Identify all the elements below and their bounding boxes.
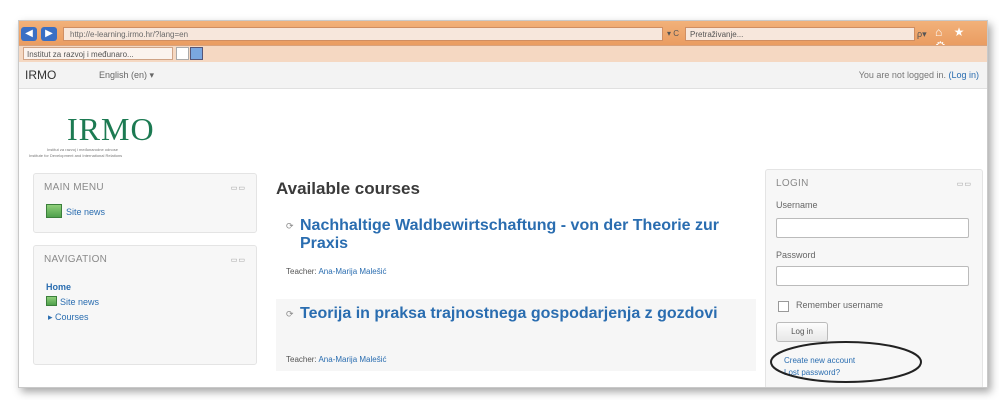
navigation-block: NAVIGATION ▭▭ Home Site news ▸ Courses xyxy=(33,245,257,365)
nav-item-site-news[interactable]: Site news xyxy=(46,296,99,307)
search-icon[interactable]: ρ▾ xyxy=(917,27,927,41)
nav-home-link[interactable]: Home xyxy=(46,282,71,292)
course-item: ⟳ Teorija in praksa trajnostnega gospoda… xyxy=(276,299,756,371)
site-logo[interactable]: IRMO Institut za razvoj i međunarodne od… xyxy=(29,101,219,161)
logo-subtitle: Institut za razvoj i međunarodne odnose xyxy=(47,147,118,152)
login-link[interactable]: (Log in) xyxy=(948,70,979,80)
username-input[interactable] xyxy=(776,218,969,238)
browser-window: ◀ ▶ http://e-learning.irmo.hr/?lang=en ▾… xyxy=(18,20,988,388)
course-item: ⟳ Nachhaltige Waldbewirtschaftung - von … xyxy=(276,217,756,289)
course-icon: ⟳ xyxy=(286,221,294,231)
browser-search-input[interactable]: Pretraživanje... xyxy=(685,27,915,41)
main-menu-block: MAIN MENU ▭▭ Site news xyxy=(33,173,257,233)
news-forum-icon xyxy=(46,296,57,306)
logo-text: IRMO xyxy=(67,111,155,147)
teacher-name-link[interactable]: Ana-Marija Malešić xyxy=(318,267,386,276)
page-title: Available courses xyxy=(276,179,420,198)
teacher-label: Teacher: xyxy=(286,355,319,364)
login-status-text: You are not logged in. xyxy=(858,70,949,80)
login-title: LOGIN xyxy=(776,178,809,189)
logo-subtitle-en: Institute for Development and Internatio… xyxy=(29,153,123,158)
login-block: LOGIN ▭▭ Username Password Remember user… xyxy=(765,169,983,387)
username-label: Username xyxy=(776,200,818,210)
course-icon: ⟳ xyxy=(286,309,294,319)
main-menu-item-site-news[interactable]: Site news xyxy=(46,204,105,218)
login-button[interactable]: Log in xyxy=(776,322,828,342)
forward-arrow-icon[interactable]: ▶ xyxy=(41,27,57,41)
nav-item-courses[interactable]: ▸ Courses xyxy=(48,312,89,323)
new-tab-icon[interactable] xyxy=(176,47,189,60)
site-header: IRMO English (en) ▾ You are not logged i… xyxy=(19,62,987,89)
navigation-title: NAVIGATION xyxy=(44,254,108,265)
remember-username-label: Remember username xyxy=(796,300,884,310)
address-bar[interactable]: http://e-learning.irmo.hr/?lang=en xyxy=(63,27,663,41)
login-status: You are not logged in. (Log in) xyxy=(859,70,979,80)
course-teacher: Teacher: Ana-Marija Malešić xyxy=(286,355,387,364)
language-selector[interactable]: English (en) ▾ xyxy=(99,70,154,81)
block-dock-icon[interactable]: ▭▭ xyxy=(231,256,246,264)
main-menu-title: MAIN MENU xyxy=(44,182,104,193)
main-menu-item-label: Site news xyxy=(66,207,106,217)
site-brand[interactable]: IRMO xyxy=(25,68,56,82)
nav-item-label: Site news xyxy=(60,297,100,307)
block-dock-icon[interactable]: ▭▭ xyxy=(957,180,972,188)
course-title-link[interactable]: Nachhaltige Waldbewirtschaftung - von de… xyxy=(300,217,730,253)
remember-username-checkbox[interactable] xyxy=(778,301,789,312)
block-dock-icon[interactable]: ▭▭ xyxy=(231,184,246,192)
browser-tab[interactable]: Institut za razvoj i međunaro... xyxy=(23,47,173,60)
back-arrow-icon[interactable]: ◀ xyxy=(21,27,37,41)
tab-strip: Institut za razvoj i međunaro... xyxy=(19,45,987,62)
teacher-name-link[interactable]: Ana-Marija Malešić xyxy=(318,355,386,364)
highlight-ellipse xyxy=(770,341,922,383)
refresh-icon[interactable]: ▾ C xyxy=(667,27,679,41)
password-input[interactable] xyxy=(776,266,969,286)
course-title-link[interactable]: Teorija in praksa trajnostnega gospodarj… xyxy=(300,305,730,323)
course-teacher: Teacher: Ana-Marija Malešić xyxy=(286,267,387,276)
teacher-label: Teacher: xyxy=(286,267,319,276)
news-forum-icon xyxy=(46,204,62,218)
password-label: Password xyxy=(776,250,816,260)
bookmark-icon[interactable] xyxy=(190,47,203,60)
